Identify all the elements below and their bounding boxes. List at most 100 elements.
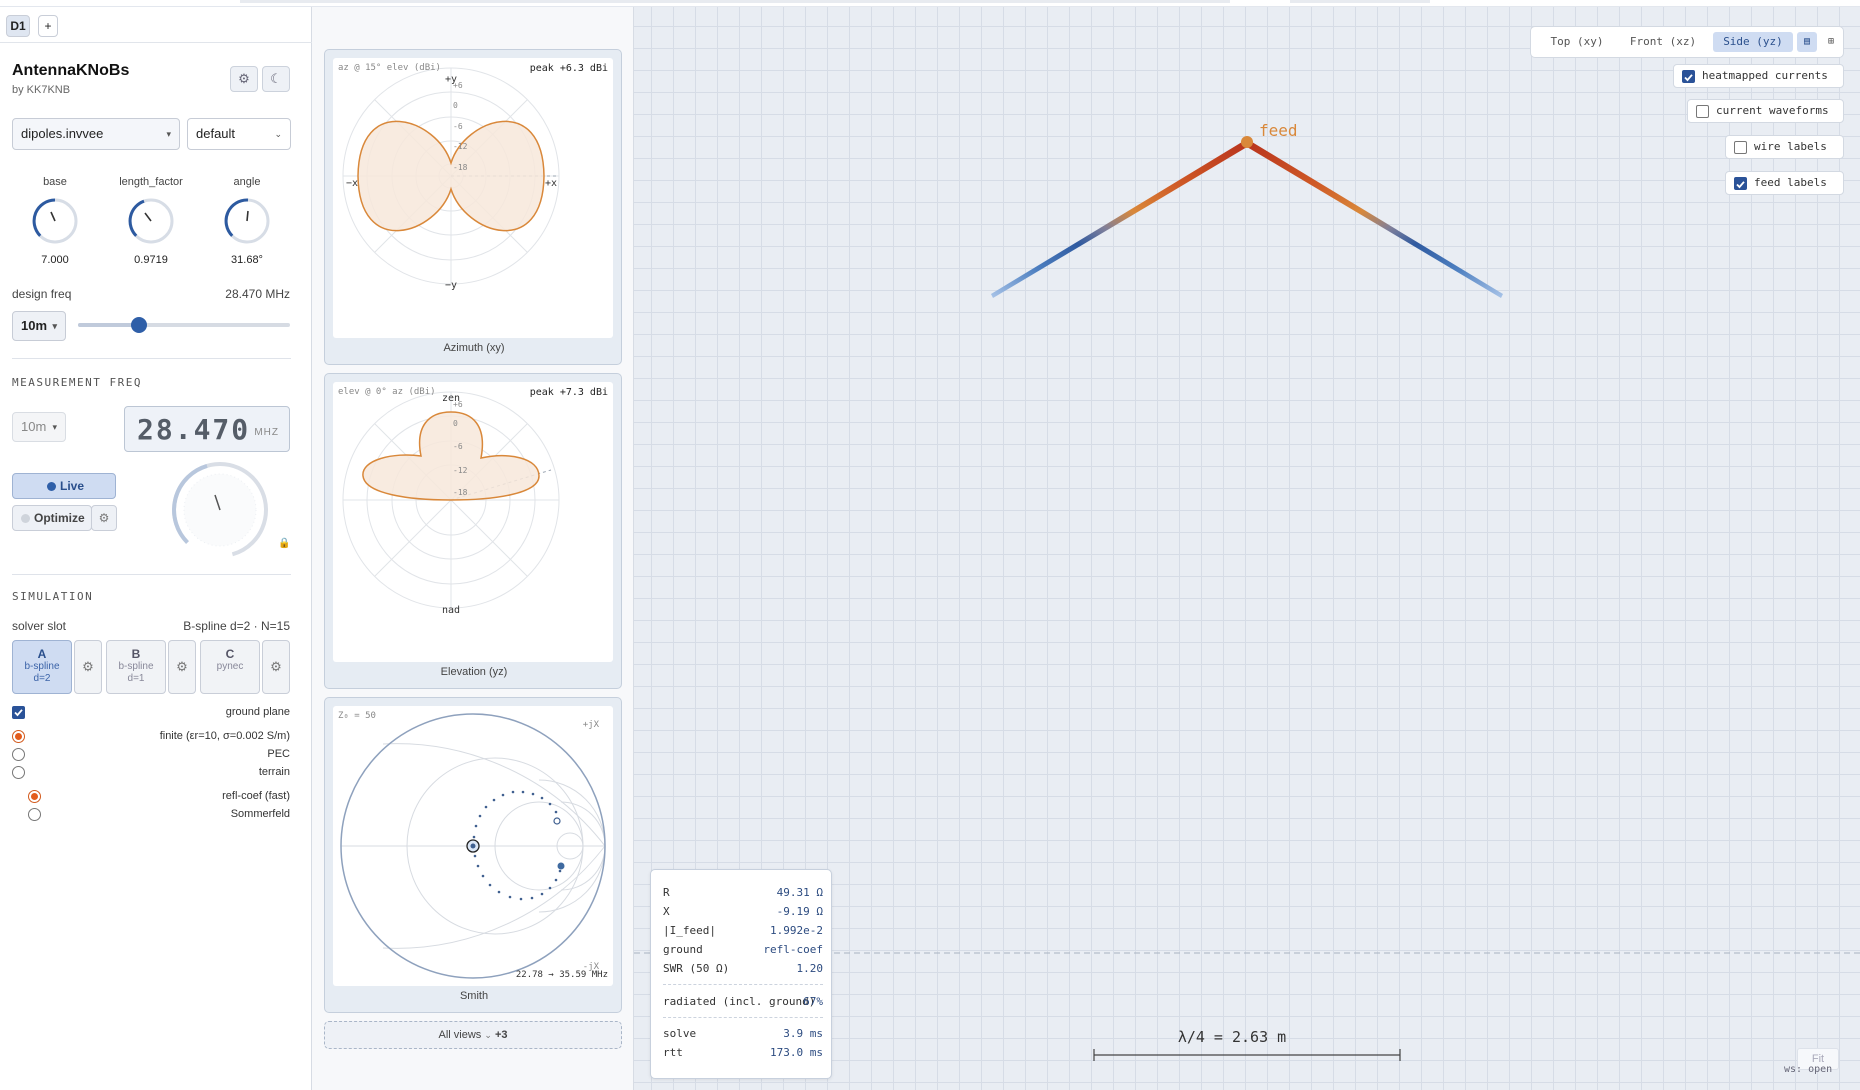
method-sommerfeld-radio[interactable] (28, 808, 41, 821)
knob-angle[interactable]: angle 31.68° (202, 176, 292, 266)
preset-select[interactable]: dipoles.invvee ▾ (12, 118, 180, 150)
all-views-count: +3 (494, 1029, 508, 1041)
variant-select[interactable]: default ⌄ (187, 118, 291, 150)
toggle-current-waveforms[interactable]: current waveforms (1687, 99, 1844, 123)
optimize-button[interactable]: Optimize (12, 505, 92, 531)
slot-letter: A (37, 647, 47, 661)
ring-label: -12 (453, 466, 468, 475)
slot-line1: pynec (216, 661, 244, 672)
ground-plane-checkbox[interactable] (12, 706, 25, 719)
solver-slot-c-settings[interactable]: ⚙ (262, 640, 290, 694)
solver-slot-value: B-spline d=2 · N=15 (183, 619, 290, 633)
readout-key: rtt (663, 1046, 683, 1059)
optimize-settings-button[interactable]: ⚙ (91, 505, 117, 531)
view-side-button[interactable]: Side (yz) (1713, 32, 1793, 52)
axis-label-nadir: nad (442, 605, 461, 616)
design-band-select[interactable]: 10m ▾ (12, 311, 66, 341)
variant-select-value: default (196, 126, 236, 141)
knob-base[interactable]: base 7.000 (10, 176, 100, 266)
gear-icon: ⚙ (176, 659, 188, 674)
chevron-down-icon: ▾ (52, 321, 57, 331)
toggle-feed-labels[interactable]: feed labels (1725, 171, 1844, 195)
solver-slot-label: solver slot (12, 619, 67, 633)
optimize-label: Optimize (34, 511, 85, 525)
readout-row: SWR (50 Ω) 1.20 (663, 962, 823, 980)
elevation-peak-label: peak +7.3 dBi (529, 387, 608, 398)
measurement-band-select[interactable]: 10m ▾ (12, 412, 66, 442)
tab-d1[interactable]: D1 (6, 15, 30, 37)
design-freq-value: 28.470 MHz (225, 287, 290, 301)
solver-slot-b[interactable]: B b-spline d=1 (106, 640, 166, 694)
lock-icon[interactable]: 🔒 (278, 538, 290, 549)
measurement-freq-display[interactable]: 28.470 MHZ (124, 406, 290, 452)
slider-track-fill (78, 323, 140, 327)
single-view-icon[interactable]: ▤ (1797, 32, 1817, 52)
knob-length-factor[interactable]: length_factor 0.9719 (106, 176, 196, 266)
impedance-readout: R 49.31 Ω X -9.19 Ω |I_feed| 1.992e-2 groun… (650, 869, 832, 1079)
readout-value: 1.20 (796, 962, 824, 975)
solver-slot-b-settings[interactable]: ⚙ (168, 640, 196, 694)
all-views-label: All views (438, 1029, 482, 1041)
ground-terrain-label: terrain (258, 766, 290, 778)
all-views-button[interactable]: All views ⌄ +3 (324, 1021, 622, 1049)
ground-terrain-radio[interactable] (12, 766, 25, 779)
ground-plane-label: ground plane (225, 706, 290, 718)
knob-dial[interactable] (128, 198, 174, 244)
azimuth-corner-label: az @ 15° elev (dBi) (338, 63, 441, 73)
readout-key: SWR (50 Ω) (663, 962, 730, 975)
smith-caption: Smith (459, 990, 489, 1002)
ring-label: 0 (453, 419, 458, 428)
theme-toggle-button[interactable]: ☾ (262, 66, 290, 92)
elevation-plot: elev @ 0° az (dBi) peak +7.3 dBi zen nad… (333, 382, 613, 662)
slot-letter: C (225, 647, 235, 661)
knob-dial[interactable] (32, 198, 78, 244)
divider (12, 574, 291, 575)
azimuth-polar-svg (342, 67, 560, 285)
view-top-button[interactable]: Top (xy) (1539, 32, 1615, 52)
chevron-down-icon: ▾ (166, 129, 171, 139)
tuning-dial[interactable] (167, 457, 273, 563)
live-button[interactable]: Live (12, 473, 116, 499)
slot-line2: d=1 (127, 673, 145, 684)
knob-label: length_factor (119, 176, 183, 188)
feed-point[interactable] (1241, 136, 1253, 148)
control-panel: D1 + AntennaKNoBs by KK7KNB ⚙ ☾ dipoles.… (0, 7, 312, 1090)
solver-slot-c[interactable]: C pynec (200, 640, 260, 694)
smith-chart-card[interactable]: Z₀ = 50 +jX -jX 22.78 → 35.59 MHz Smith (324, 697, 622, 1013)
method-refl-coef-radio[interactable] (28, 790, 41, 803)
readout-row: radiated (incl. ground) 67% (663, 995, 823, 1013)
toggle-wire-labels[interactable]: wire labels (1725, 135, 1844, 159)
ground-finite-label: finite (εr=10, σ=0.002 S/m) (159, 730, 290, 742)
slider-thumb[interactable] (131, 317, 148, 333)
ground-pec-radio[interactable] (12, 748, 25, 761)
plots-panel: az @ 15° elev (dBi) peak +6.3 dBi +y −y … (312, 7, 634, 1090)
knob-value: 7.000 (41, 254, 69, 266)
ground-finite-radio[interactable] (12, 730, 25, 743)
toggle-label: feed labels (1754, 176, 1827, 189)
app-subtitle: by KK7KNB (12, 84, 71, 96)
antenna-3d-canvas[interactable]: feed Top (xy) Front (xz) Side (yz) ▤ ⊞ h… (634, 7, 1860, 1090)
slot-line1: b-spline (118, 661, 154, 672)
smith-plus-jx-label: +jX (582, 720, 599, 730)
method-sommerfeld-label: Sommerfeld (230, 808, 290, 820)
readout-row: R 49.31 Ω (663, 886, 823, 904)
slot-line2: d=2 (33, 673, 51, 684)
elevation-plot-card[interactable]: elev @ 0° az (dBi) peak +7.3 dBi zen nad… (324, 373, 622, 689)
knob-dial[interactable] (224, 198, 270, 244)
settings-button[interactable]: ⚙ (230, 66, 258, 92)
right-wire (1247, 139, 1503, 298)
solver-slot-a-settings[interactable]: ⚙ (74, 640, 102, 694)
ring-label: -18 (453, 163, 468, 172)
azimuth-plot-card[interactable]: az @ 15° elev (dBi) peak +6.3 dBi +y −y … (324, 49, 622, 365)
solver-slot-a[interactable]: A b-spline d=2 (12, 640, 72, 694)
elevation-polar-svg (342, 391, 560, 609)
grid-view-icon[interactable]: ⊞ (1821, 32, 1841, 52)
readout-value: 49.31 Ω (776, 886, 823, 899)
knob-label: base (43, 176, 67, 188)
design-freq-slider[interactable] (78, 317, 290, 333)
add-tab-button[interactable]: + (38, 15, 58, 37)
readout-divider (663, 1017, 823, 1018)
toggle-heatmapped-currents[interactable]: heatmapped currents (1673, 64, 1844, 88)
view-front-button[interactable]: Front (xz) (1619, 32, 1707, 52)
smith-range-label: 22.78 → 35.59 MHz (515, 970, 608, 980)
